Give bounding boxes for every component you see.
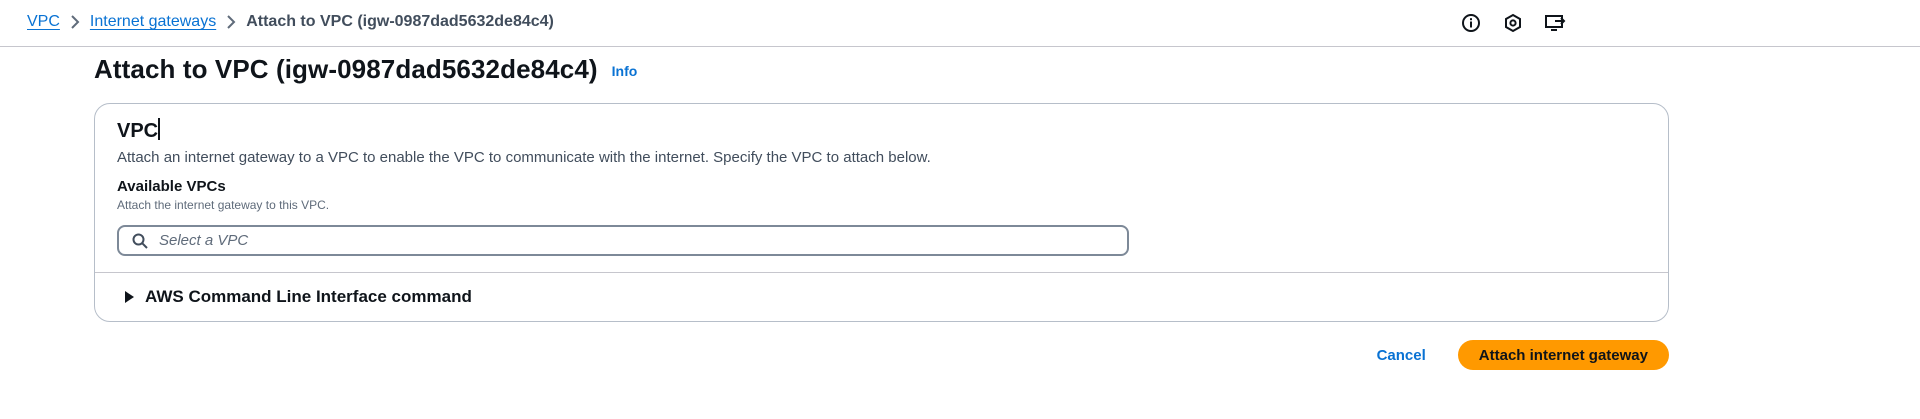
available-vpcs-label: Available VPCs bbox=[117, 178, 226, 195]
search-icon bbox=[132, 233, 148, 249]
cancel-button[interactable]: Cancel bbox=[1369, 343, 1434, 368]
vpc-select[interactable] bbox=[117, 225, 1129, 256]
vpc-container: VPC Attach an internet gateway to a VPC … bbox=[94, 103, 1669, 322]
top-bar: VPC Internet gateways Attach to VPC (igw… bbox=[0, 0, 1920, 47]
chevron-right-icon bbox=[216, 13, 246, 31]
breadcrumb-vpc-link[interactable]: VPC bbox=[27, 13, 60, 31]
form-actions: Cancel Attach internet gateway bbox=[1369, 340, 1669, 370]
section-description: Attach an internet gateway to a VPC to e… bbox=[117, 149, 931, 166]
caret-right-icon bbox=[125, 291, 134, 303]
breadcrumb-current: Attach to VPC (igw-0987dad5632de84c4) bbox=[246, 13, 554, 30]
page-header: Attach to VPC (igw-0987dad5632de84c4) In… bbox=[94, 54, 637, 85]
text-cursor bbox=[158, 118, 160, 140]
section-heading-text: VPC bbox=[117, 120, 159, 142]
breadcrumb-internet-gateways-link[interactable]: Internet gateways bbox=[90, 13, 216, 31]
divider bbox=[95, 272, 1668, 273]
vpc-search-input[interactable] bbox=[159, 227, 1059, 254]
attach-internet-gateway-button[interactable]: Attach internet gateway bbox=[1457, 340, 1669, 370]
cli-command-expander[interactable]: AWS Command Line Interface command bbox=[123, 287, 472, 307]
available-vpcs-description: Attach the internet gateway to this VPC. bbox=[117, 198, 330, 212]
info-icon[interactable] bbox=[1460, 12, 1482, 34]
section-heading: VPC bbox=[117, 118, 1646, 143]
screen-share-icon[interactable] bbox=[1544, 12, 1566, 34]
container-body: VPC Attach an internet gateway to a VPC … bbox=[117, 118, 1646, 212]
cli-command-label: AWS Command Line Interface command bbox=[145, 287, 472, 306]
hexagon-icon[interactable] bbox=[1502, 12, 1524, 34]
chevron-right-icon bbox=[60, 13, 90, 31]
breadcrumb: VPC Internet gateways Attach to VPC (igw… bbox=[27, 13, 554, 31]
page-title: Attach to VPC (igw-0987dad5632de84c4) bbox=[94, 54, 598, 84]
info-link[interactable]: Info bbox=[612, 63, 638, 79]
